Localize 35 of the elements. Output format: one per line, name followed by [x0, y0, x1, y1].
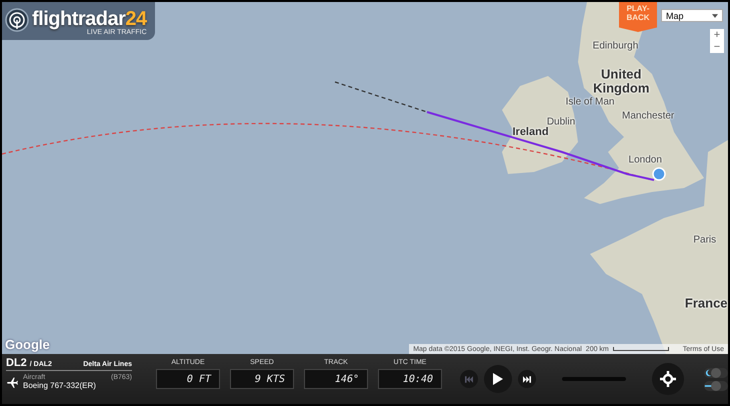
- toggle-switch[interactable]: [704, 380, 728, 390]
- crosshair-icon: [660, 371, 676, 387]
- skip-back-icon: [465, 376, 473, 382]
- scale-bar: [612, 347, 669, 351]
- map-label: Edinburgh: [592, 40, 638, 52]
- moon-icon: [704, 368, 712, 376]
- aircraft-model: Boeing 767-332(ER): [23, 381, 97, 390]
- readout-display: 9 KTS: [230, 369, 294, 389]
- map-label: Isle of Man: [566, 96, 614, 108]
- map-label: Paris: [693, 234, 716, 246]
- airplane-icon: [6, 376, 19, 388]
- toggle-switch[interactable]: [704, 368, 728, 378]
- caret-icon: [712, 14, 718, 18]
- flight-callsign: DL2: [6, 357, 27, 369]
- readout-display: 10:40: [378, 369, 442, 389]
- map-label: France: [684, 295, 728, 310]
- play-button[interactable]: [484, 365, 512, 393]
- skip-forward-icon: [523, 376, 531, 382]
- readout-display: 0 FT: [156, 369, 220, 389]
- logo-text: flightradar24: [32, 8, 147, 30]
- map-label: London: [628, 154, 662, 166]
- aircraft-marker-icon[interactable]: [652, 167, 666, 181]
- skip-forward-button[interactable]: [518, 370, 536, 388]
- skip-back-button[interactable]: [460, 370, 478, 388]
- map-type-dropdown[interactable]: Map: [661, 9, 723, 22]
- map-label: Manchester: [622, 110, 674, 122]
- play-icon: [493, 373, 503, 385]
- readout-display: 146°: [304, 369, 368, 389]
- radar-logo-icon: [5, 8, 29, 32]
- map-label: United: [601, 66, 642, 82]
- map-label: Dublin: [546, 116, 576, 128]
- map-label: Kingdom: [593, 80, 650, 96]
- center-target-button[interactable]: [652, 363, 684, 395]
- map-label: Ireland: [512, 126, 549, 138]
- google-logo: Google: [5, 337, 50, 352]
